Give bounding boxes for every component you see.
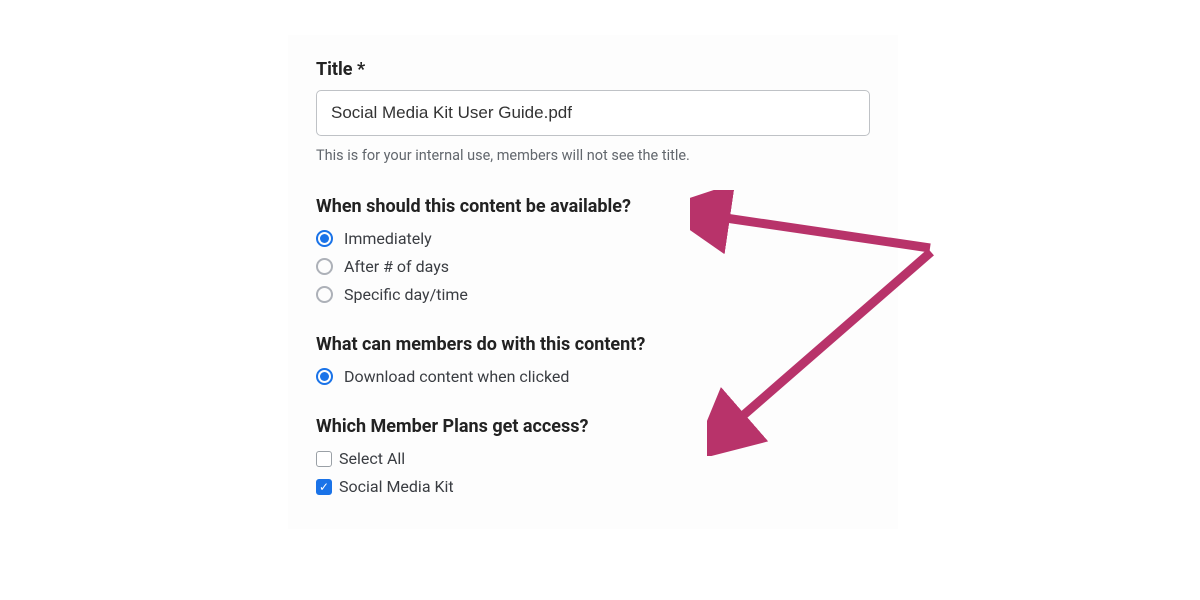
availability-option-immediately[interactable]: Immediately [316, 229, 870, 248]
title-helper: This is for your internal use, members w… [316, 147, 870, 164]
availability-heading: When should this content be available? [316, 196, 870, 217]
radio-icon [316, 230, 333, 247]
checkbox-label: Social Media Kit [339, 477, 454, 496]
radio-label: Immediately [344, 229, 432, 248]
title-label: Title * [316, 59, 870, 80]
radio-icon [316, 258, 333, 275]
radio-label: Download content when clicked [344, 367, 569, 386]
actions-heading: What can members do with this content? [316, 334, 870, 355]
plan-checkbox-social-media-kit[interactable]: ✓ Social Media Kit [316, 477, 870, 496]
plan-checkbox-select-all[interactable]: Select All [316, 449, 870, 468]
radio-icon [316, 286, 333, 303]
action-option-download[interactable]: Download content when clicked [316, 367, 870, 386]
checkbox-label: Select All [339, 449, 405, 468]
radio-icon [316, 368, 333, 385]
plans-heading: Which Member Plans get access? [316, 416, 870, 437]
title-input[interactable] [316, 90, 870, 136]
radio-label: Specific day/time [344, 285, 468, 304]
content-settings-form: Title * This is for your internal use, m… [288, 35, 898, 529]
availability-option-after-days[interactable]: After # of days [316, 257, 870, 276]
radio-label: After # of days [344, 257, 449, 276]
checkbox-icon: ✓ [316, 479, 332, 495]
checkbox-icon [316, 451, 332, 467]
availability-option-specific[interactable]: Specific day/time [316, 285, 870, 304]
